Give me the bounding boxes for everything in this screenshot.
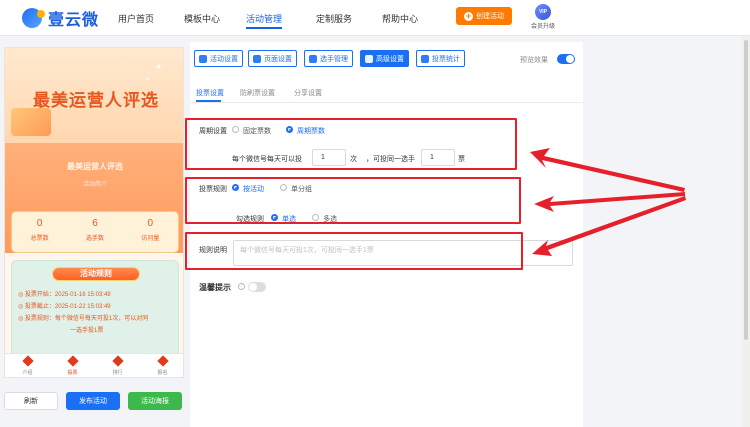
activity-poster-button[interactable]: 活动海报 [128,392,182,410]
tab-label: 报名 [157,370,168,376]
stat-total-votes: 0 总票数 [12,212,67,252]
nav-custom-service[interactable]: 定制服务 [316,12,352,25]
stat-value: 0 [36,218,43,229]
sparkle-icon: ✦ [145,77,151,83]
scrollbar-thumb[interactable] [744,40,748,340]
create-activity-button[interactable]: + 创建活动 [456,7,512,25]
page-settings-button[interactable]: 页面设置 [248,50,297,67]
advanced-settings-button[interactable]: 高级设置 [360,50,409,67]
vip-upgrade[interactable]: VIP 会员升级 [530,4,556,30]
activity-settings-label: 活动设置 [210,55,238,63]
highlight-vote-rule [185,177,521,224]
phone-preview: ✦ ✦ 最美运营人评选 最美运营人评选 活动简介 0 总票数 6 选手数 0 访… [4,47,184,378]
vote-stats-button[interactable]: 投票统计 [416,50,465,67]
bar-chart-icon [421,54,429,63]
tab-label: 介绍 [22,370,33,376]
stat-visits: 0 访问量 [123,212,178,252]
stats-card: 0 总票数 6 选手数 0 访问量 [11,211,179,253]
phone-tabbar: 介绍 投票 排行 报名 [5,353,183,377]
nav-help-center[interactable]: 帮助中心 [382,12,418,25]
signup-icon [156,355,169,367]
nav-template-center[interactable]: 模板中心 [184,12,220,25]
tab-share-settings[interactable]: 分享设置 [294,88,322,98]
annotation-arrows [530,148,686,256]
tip-toggle[interactable] [248,282,266,292]
create-activity-label: 创建活动 [476,13,504,20]
advanced-settings-label: 高级设置 [376,55,404,63]
highlight-rule-description [185,232,523,270]
logo-text: 壹云微 [48,12,100,29]
gear-icon [253,54,261,63]
tab-label: 投票 [67,370,78,376]
sparkle-icon: ✦ [155,62,163,72]
vote-icon [66,355,79,367]
tab-vote-settings[interactable]: 投票设置 [196,88,224,98]
plus-icon: + [464,10,473,21]
rule-start: ◎ 投票开始：2025-01-16 15:03:49 [18,292,111,298]
gear-icon [199,54,207,63]
logo-icon [22,8,45,28]
stat-label: 总票数 [30,236,49,242]
users-icon [309,54,317,63]
phone-tab-intro[interactable]: 介绍 [5,354,50,377]
refresh-button[interactable]: 刷新 [4,392,58,410]
vip-upgrade-label: 会员升级 [530,24,555,30]
rule-vote: ◎ 投票规则：每个微信号每天可投1次，可以对同 [18,316,149,322]
tip-label: 温馨提示 [199,283,231,292]
vip-icon: VIP [535,4,551,20]
activity-settings-button[interactable]: 活动设置 [194,50,243,67]
preview-toggle[interactable] [557,54,575,64]
rule-vote-cont: 一选手投1票 [70,328,104,334]
player-management-button[interactable]: 选手管理 [304,50,353,67]
rules-title: 活动规则 [52,267,140,281]
nav-user-home[interactable]: 用户首页 [118,12,154,25]
activity-subtitle: 活动简介 [82,182,107,188]
phone-tab-vote[interactable]: 投票 [50,354,95,377]
subtab-divider [190,102,583,103]
rule-end: ◎ 投票截止：2025-01-22 15:03:49 [18,304,111,310]
advanced-icon [365,54,373,63]
banner-title: 最美运营人评选 [33,91,159,111]
rank-icon [111,355,124,367]
stat-players: 6 选手数 [67,212,122,252]
laptop-illustration [11,108,51,136]
question-icon[interactable]: ? [238,283,245,290]
highlight-cycle-settings [185,118,517,170]
vote-stats-label: 投票统计 [432,55,460,63]
page-settings-label: 页面设置 [264,55,292,63]
intro-icon [21,355,34,367]
arrow-icon [530,148,685,192]
preview-banner: ✦ ✦ 最美运营人评选 [5,48,183,143]
activity-title: 最美运营人评选 [67,162,123,171]
nav-active-underline [246,27,282,29]
stat-value: 0 [147,218,154,229]
stat-value: 6 [92,218,98,229]
stat-label: 选手数 [85,236,104,242]
preview-effect-label: 预览效果 [520,57,548,64]
player-management-label: 选手管理 [320,55,348,63]
tab-anti-fraud-settings[interactable]: 防刷票设置 [240,88,275,98]
arrow-icon [534,192,685,212]
logo[interactable]: 壹云微 [22,6,99,30]
stat-label: 访问量 [141,236,160,242]
phone-tab-rank[interactable]: 排行 [95,354,140,377]
nav-activity-management[interactable]: 活动管理 [246,12,282,25]
publish-activity-button[interactable]: 发布活动 [66,392,120,410]
tab-label: 排行 [112,370,123,376]
top-bar: 壹云微 用户首页 模板中心 活动管理 定制服务 帮助中心 + 创建活动 VIP … [0,0,750,36]
phone-tab-signup[interactable]: 报名 [140,354,183,377]
